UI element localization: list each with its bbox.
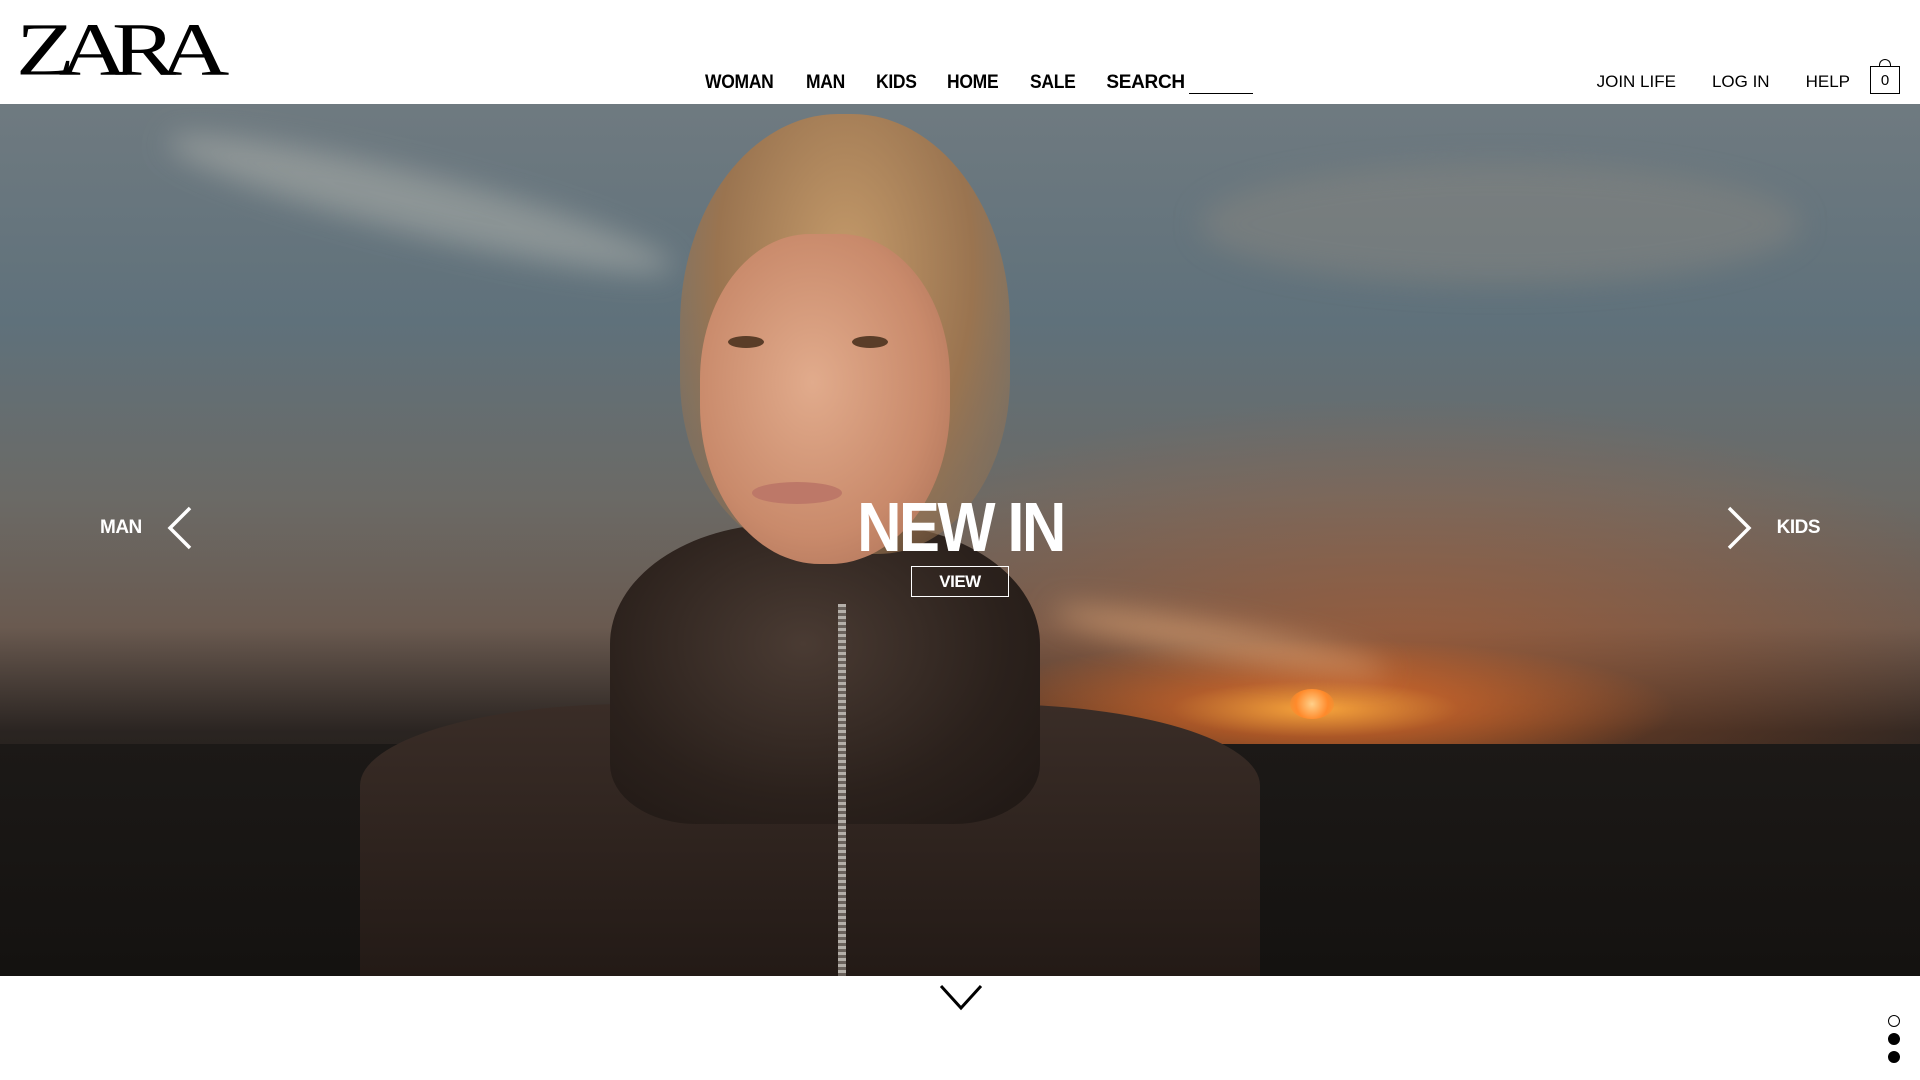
hero-banner[interactable]: MAN KIDS NEW IN VIEW <box>0 104 1920 976</box>
hero-model-eye <box>852 336 888 348</box>
log-in-link[interactable]: LOG IN <box>1712 72 1770 92</box>
chevron-down-icon <box>939 984 983 1011</box>
view-button[interactable]: VIEW <box>911 566 1009 597</box>
nav-item-home[interactable]: HOME <box>947 72 999 94</box>
help-link[interactable]: HELP <box>1806 72 1850 92</box>
hero-model-eye <box>728 336 764 348</box>
hero-sun <box>1290 689 1334 719</box>
nav-item-sale[interactable]: SALE <box>1030 72 1076 94</box>
search-input[interactable] <box>1188 74 1253 94</box>
search-label[interactable]: SEARCH <box>1106 72 1185 94</box>
hero-cta: NEW IN VIEW <box>0 492 1920 597</box>
nav-item-kids[interactable]: KIDS <box>876 72 917 94</box>
cart-count: 0 <box>1880 71 1890 89</box>
shopping-bag-icon[interactable]: 0 <box>1870 59 1900 94</box>
search: SEARCH <box>1106 72 1253 94</box>
hero-cloud <box>1200 164 1800 284</box>
hero-title: NEW IN <box>856 488 1066 566</box>
nav-item-man[interactable]: MAN <box>806 72 845 94</box>
nav-item-woman[interactable]: WOMAN <box>705 72 774 94</box>
join-life-link[interactable]: JOIN LIFE <box>1597 72 1676 92</box>
slide-pagination <box>1888 1015 1900 1063</box>
slide-dot[interactable] <box>1888 1033 1900 1045</box>
main-nav: WOMAN MAN KIDS HOME SALE SEARCH <box>705 72 1253 94</box>
zara-logo[interactable]: ZARA <box>16 12 229 87</box>
slide-dot[interactable] <box>1888 1051 1900 1063</box>
hero-model-zipper <box>838 604 846 976</box>
site-header: ZARA WOMAN MAN KIDS HOME SALE SEARCH JOI… <box>0 0 1920 104</box>
scroll-down-button[interactable] <box>938 982 984 1017</box>
account-nav: JOIN LIFE LOG IN HELP <box>1561 72 1850 92</box>
slide-dot[interactable] <box>1888 1015 1900 1027</box>
